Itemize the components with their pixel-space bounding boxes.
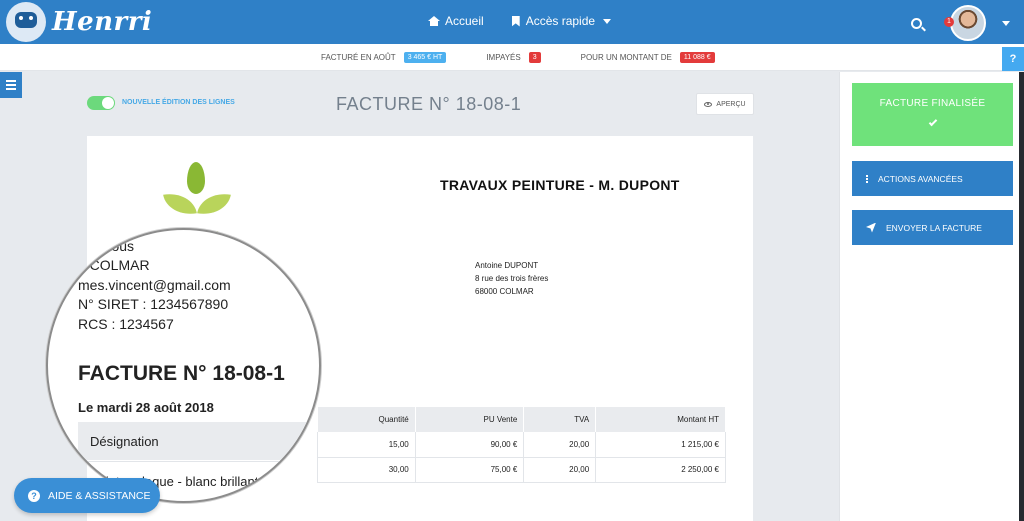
line-edit-toggle-label: NOUVELLE ÉDITION DES LIGNES [122,99,235,106]
client-address: Antoine DUPONT 8 rue des trois frères 68… [475,259,548,298]
right-actions-panel: FACTURE FINALISÉE ACTIONS AVANCÉES ENVOY… [839,72,1024,521]
help-assistance-button[interactable]: ? AIDE & ASSISTANCE [14,478,160,513]
client-city: 68000 COLMAR [475,287,534,296]
magnified-address-line: rois sous [78,238,135,254]
search-icon[interactable] [911,17,922,29]
company-title: TRAVAUX PEINTURE - M. DUPONT [440,177,680,193]
advanced-actions-label: ACTIONS AVANCÉES [878,173,963,184]
table-cell: 15,00 [317,432,416,458]
user-avatar[interactable] [950,5,986,41]
nav-quick-access[interactable]: Accès rapide [511,14,612,28]
magnified-invoice-title: FACTURE N° 18-08-1 [78,362,285,385]
invoiced-label: FACTURÉ EN AOÛT [321,53,396,62]
chevron-down-icon [603,18,612,24]
table-cell: 20,00 [523,457,597,483]
window-edge [1019,72,1024,521]
main-nav: Accueil Accès rapide [428,14,612,28]
sidebar-toggle[interactable] [0,72,22,98]
question-circle-icon: ? [28,489,40,502]
client-street: 8 rue des trois frères [475,274,549,283]
bookmark-icon [511,15,520,27]
table-cell: 20,00 [523,432,597,458]
magnified-designation-header: Désignation [90,434,159,449]
top-navbar: Henrri Accueil Accès rapide 1 [0,0,1024,44]
table-cell: 30,00 [317,457,416,483]
check-icon [928,117,937,127]
nav-home-label: Accueil [445,14,484,28]
amount-badge[interactable]: 11 088 € [679,52,715,63]
robot-logo-icon [6,2,46,42]
divider [78,461,319,462]
invoice-items-table: Quantité PU Vente TVA Montant HT 15,00 9… [317,407,726,483]
magnified-rcs: RCS : 1234567 [78,316,174,332]
send-invoice-label: ENVOYER LA FACTURE [886,222,982,233]
column-header: Montant HT [595,407,726,432]
notification-badge: 1 [944,17,954,27]
magnified-email: mes.vincent@gmail.com [78,277,231,293]
invoice-finalized-label: FACTURE FINALISÉE [879,98,986,109]
table-cell: 2 250,00 € [595,457,726,483]
invoiced-badge[interactable]: 3 465 € HT [403,52,447,63]
hamburger-icon [6,80,16,82]
top-right-tools: 1 [911,5,1010,41]
leaf-icon [187,162,205,194]
column-header: TVA [523,407,597,432]
column-header: PU Vente [415,407,525,432]
eye-icon [704,101,713,107]
magnified-invoice-date: Le mardi 28 août 2018 [78,400,214,415]
company-logo: MA BELLE BOITE [161,162,233,238]
line-edit-toggle[interactable] [87,96,115,110]
magnified-city: 0 COLMAR [78,257,150,273]
nav-home[interactable]: Accueil [428,14,484,28]
unpaid-label: IMPAYÉS [486,53,521,62]
unpaid-badge[interactable]: 3 [528,52,541,63]
table-row[interactable]: 15,00 90,00 € 20,00 1 215,00 € [317,432,726,458]
table-cell: 90,00 € [415,432,525,458]
send-invoice-button[interactable]: ENVOYER LA FACTURE [852,210,1013,245]
client-name: Antoine DUPONT [475,261,539,270]
home-icon [428,16,440,26]
preview-button[interactable]: APERÇU [696,93,754,115]
paper-plane-icon [866,222,876,233]
page-title: FACTURE N° 18-08-1 [336,94,522,114]
table-cell: 75,00 € [415,457,525,483]
help-assistance-label: AIDE & ASSISTANCE [48,489,151,502]
help-button[interactable]: ? [1002,47,1024,71]
invoice-finalized-button[interactable]: FACTURE FINALISÉE [852,83,1013,146]
logo-text: Henrri [52,7,153,37]
advanced-actions-button[interactable]: ACTIONS AVANCÉES [852,161,1013,196]
zoom-magnifier: rois sous 0 COLMAR mes.vincent@gmail.com… [46,228,321,503]
app-logo[interactable]: Henrri [6,2,152,42]
stats-bar: FACTURÉ EN AOÛT 3 465 € HT IMPAYÉS 3 POU… [0,44,1024,71]
table-cell: 1 215,00 € [595,432,726,458]
user-menu-chevron-icon[interactable] [1002,20,1010,26]
preview-button-label: APERÇU [716,100,746,108]
nav-quick-access-label: Accès rapide [525,14,596,28]
table-row[interactable]: 30,00 75,00 € 20,00 2 250,00 € [317,457,726,483]
vertical-dots-icon [866,177,868,180]
magnified-siret: N° SIRET : 1234567890 [78,296,229,312]
column-header: Quantité [317,407,416,432]
amount-label: POUR UN MONTANT DE [580,53,672,62]
